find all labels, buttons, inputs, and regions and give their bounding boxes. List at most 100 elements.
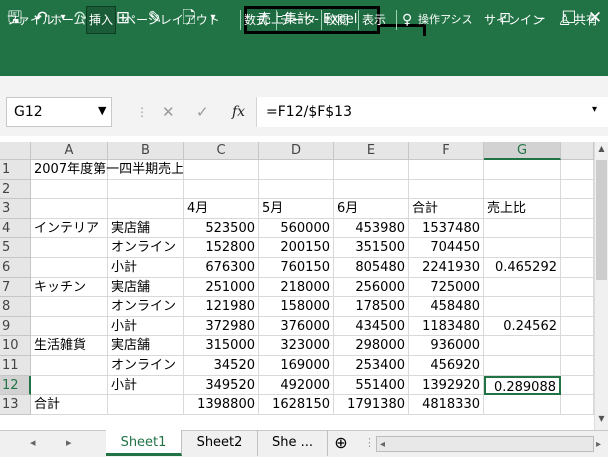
cell-d12[interactable]: 492000 (259, 375, 334, 396)
scroll-left-icon[interactable]: ◂ (380, 436, 385, 454)
tab-view[interactable]: 表示 (362, 8, 386, 32)
cell-e1[interactable] (334, 160, 409, 180)
column-header-h[interactable] (561, 142, 594, 160)
cell-b13[interactable] (108, 395, 184, 415)
column-header-b[interactable]: B (108, 142, 184, 160)
cell-d4[interactable]: 560000 (259, 218, 334, 239)
cell-f6[interactable]: 2241930 (409, 258, 484, 278)
scroll-up-icon[interactable]: ▲ (596, 144, 607, 156)
lightbulb-icon[interactable]: ♀ (402, 8, 412, 32)
cell-h9[interactable] (561, 316, 594, 337)
horizontal-scrollbar[interactable] (376, 436, 594, 452)
cell-h5[interactable] (561, 238, 594, 258)
tab-file[interactable]: ファイル (6, 8, 54, 32)
add-sheet-icon[interactable]: ⊕ (328, 430, 354, 456)
cell-c7[interactable]: 251000 (184, 277, 259, 298)
cell-e11[interactable]: 253400 (334, 356, 409, 376)
cell-e2[interactable] (334, 179, 409, 200)
tab-page-layout[interactable]: ページレイアウト (124, 8, 220, 32)
cell-g12[interactable]: 0.289088 (484, 375, 561, 396)
cell-h3[interactable] (561, 199, 594, 219)
cell-a13[interactable]: 合計 (31, 395, 108, 415)
cell-f8[interactable]: 458480 (409, 297, 484, 317)
cell-a1[interactable]: 2007年度第一四半期売上 (31, 160, 184, 180)
scroll-down-icon[interactable]: ▼ (596, 414, 607, 426)
cell-f10[interactable]: 936000 (409, 336, 484, 356)
cell-h6[interactable] (561, 258, 594, 278)
cell-g11[interactable] (484, 356, 561, 376)
cell-c2[interactable] (184, 179, 259, 200)
cell-d2[interactable] (259, 179, 334, 200)
chevron-down-icon[interactable]: ▼ (98, 101, 106, 121)
cell-e13[interactable]: 1791380 (334, 395, 409, 415)
sheet-tab-1[interactable]: Sheet1 (106, 430, 182, 456)
cell-f4[interactable]: 1537480 (409, 218, 484, 239)
cell-e6[interactable]: 805480 (334, 258, 409, 278)
cell-g10[interactable] (484, 336, 561, 356)
row-header-2[interactable]: 2 (0, 179, 31, 200)
cell-a3[interactable] (31, 199, 108, 219)
row-header-11[interactable]: 11 (0, 356, 31, 376)
tab-data[interactable]: データ (280, 8, 316, 32)
sheet-tab-2[interactable]: Sheet2 (182, 430, 258, 456)
tell-me-box[interactable]: 操作アシス (418, 8, 473, 32)
cell-h12[interactable] (561, 375, 594, 396)
cell-g4[interactable] (484, 218, 561, 239)
cell-a4[interactable]: インテリア (31, 218, 108, 239)
cell-f5[interactable]: 704450 (409, 238, 484, 258)
row-header-7[interactable]: 7 (0, 277, 31, 298)
cell-b12[interactable]: 小計 (108, 375, 184, 396)
row-header-12[interactable]: 12 (0, 375, 31, 396)
cell-b2[interactable] (108, 179, 184, 200)
column-header-f[interactable]: F (409, 142, 484, 160)
cell-f13[interactable]: 4818330 (409, 395, 484, 415)
cell-c12[interactable]: 349520 (184, 375, 259, 396)
cell-c5[interactable]: 152800 (184, 238, 259, 258)
cell-h4[interactable] (561, 218, 594, 239)
row-header-10[interactable]: 10 (0, 336, 31, 356)
row-header-6[interactable]: 6 (0, 258, 31, 278)
cell-g8[interactable] (484, 297, 561, 317)
cell-c6[interactable]: 676300 (184, 258, 259, 278)
cell-d13[interactable]: 1628150 (259, 395, 334, 415)
cell-g9[interactable]: 0.24562 (484, 316, 561, 337)
cell-a9[interactable] (31, 316, 108, 337)
cell-g1[interactable] (484, 160, 561, 180)
vertical-scrollbar[interactable]: ▲ ▼ (594, 142, 608, 430)
cell-e5[interactable]: 351500 (334, 238, 409, 258)
cancel-icon[interactable]: ✕ (162, 100, 175, 124)
cell-h1[interactable] (561, 160, 594, 180)
cell-c13[interactable]: 1398800 (184, 395, 259, 415)
cell-g6[interactable]: 0.465292 (484, 258, 561, 278)
cell-c8[interactable]: 121980 (184, 297, 259, 317)
scrollbar-thumb[interactable] (596, 160, 607, 280)
cell-a7[interactable]: キッチン (31, 277, 108, 298)
cell-a6[interactable] (31, 258, 108, 278)
cell-g2[interactable] (484, 179, 561, 200)
tab-review[interactable]: 校閲 (325, 8, 349, 32)
cell-g3[interactable]: 売上比 (484, 199, 561, 219)
cell-e12[interactable]: 551400 (334, 375, 409, 396)
signin-link[interactable]: サインイン (484, 8, 544, 32)
cell-h10[interactable] (561, 336, 594, 356)
cell-g7[interactable] (484, 277, 561, 298)
cell-e10[interactable]: 298000 (334, 336, 409, 356)
cell-h13[interactable] (561, 395, 594, 415)
expand-formula-icon[interactable]: ▾ (592, 104, 597, 115)
cell-e3[interactable]: 6月 (334, 199, 409, 219)
cell-a8[interactable] (31, 297, 108, 317)
cell-c10[interactable]: 315000 (184, 336, 259, 356)
cell-f3[interactable]: 合計 (409, 199, 484, 219)
column-header-c[interactable]: C (184, 142, 259, 160)
cell-b8[interactable]: オンライン (108, 297, 184, 317)
cell-b4[interactable]: 実店舗 (108, 218, 184, 239)
select-all-corner[interactable] (0, 142, 31, 160)
cell-c1[interactable] (184, 160, 259, 180)
cell-b6[interactable]: 小計 (108, 258, 184, 278)
cell-g5[interactable] (484, 238, 561, 258)
cell-a2[interactable] (31, 179, 108, 200)
cell-a12[interactable] (31, 375, 108, 396)
cell-a10[interactable]: 生活雑貨 (31, 336, 108, 356)
column-header-a[interactable]: A (31, 142, 108, 160)
cell-d6[interactable]: 760150 (259, 258, 334, 278)
